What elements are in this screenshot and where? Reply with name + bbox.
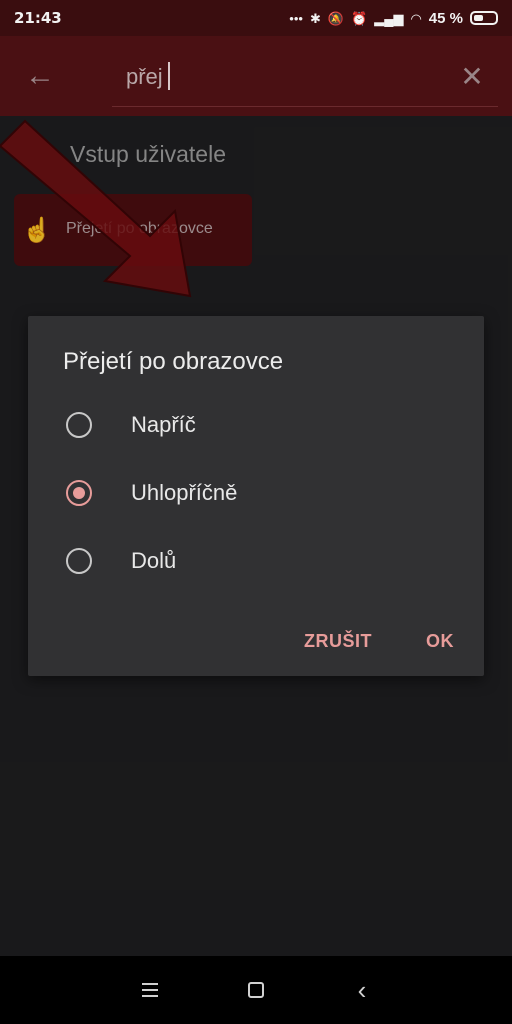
swipe-dialog: Přejetí po obrazovce Napříč Uhlopříčně D… bbox=[28, 316, 484, 676]
text-caret bbox=[168, 62, 170, 90]
option-napric[interactable]: Napříč bbox=[58, 396, 458, 454]
signal-icon: ▂▄▆ bbox=[374, 10, 404, 26]
search-input[interactable] bbox=[124, 58, 448, 96]
bluetooth-icon: ✱ bbox=[309, 10, 321, 26]
mute-icon: 🔕 bbox=[327, 10, 345, 26]
battery-icon bbox=[470, 11, 498, 25]
battery-fill bbox=[474, 15, 483, 21]
dialog-title: Přejetí po obrazovce bbox=[63, 348, 284, 375]
status-time: 21:43 bbox=[14, 9, 62, 27]
home-square bbox=[248, 982, 264, 998]
status-icons: ••• ✱ 🔕 ⏰ ▂▄▆ ◠ 45 % bbox=[289, 11, 498, 26]
search-field[interactable] bbox=[112, 50, 498, 107]
wifi-icon: ◠ bbox=[410, 10, 422, 26]
radio-button[interactable] bbox=[66, 412, 92, 438]
home-icon[interactable] bbox=[238, 972, 274, 1008]
battery-percent: 45 % bbox=[428, 9, 463, 27]
radio-button-selected[interactable] bbox=[66, 480, 92, 506]
system-nav-bar: ‹ bbox=[0, 956, 512, 1024]
option-label: Napříč bbox=[131, 412, 196, 437]
option-label: Dolů bbox=[131, 548, 177, 573]
option-label: Uhlopříčně bbox=[131, 480, 238, 505]
search-app-bar: ← ✕ bbox=[0, 36, 512, 116]
dialog-actions: ZRUŠIT OK bbox=[304, 631, 454, 652]
alarm-icon: ⏰ bbox=[351, 10, 368, 26]
close-icon[interactable]: ✕ bbox=[454, 58, 490, 94]
ok-button[interactable]: OK bbox=[426, 631, 454, 652]
radio-button[interactable] bbox=[66, 548, 92, 574]
back-arrow-icon[interactable]: ← bbox=[22, 58, 58, 94]
option-dolu[interactable]: Dolů bbox=[58, 532, 458, 590]
cancel-button[interactable]: ZRUŠIT bbox=[304, 631, 372, 652]
status-bar: 21:43 ••• ✱ 🔕 ⏰ ▂▄▆ ◠ 45 % bbox=[0, 0, 512, 36]
more-dots-icon: ••• bbox=[289, 10, 303, 26]
menu-lines bbox=[142, 983, 158, 997]
back-icon[interactable]: ‹ bbox=[344, 972, 380, 1008]
menu-icon[interactable] bbox=[132, 972, 168, 1008]
option-uhloprice[interactable]: Uhlopříčně bbox=[58, 464, 458, 522]
